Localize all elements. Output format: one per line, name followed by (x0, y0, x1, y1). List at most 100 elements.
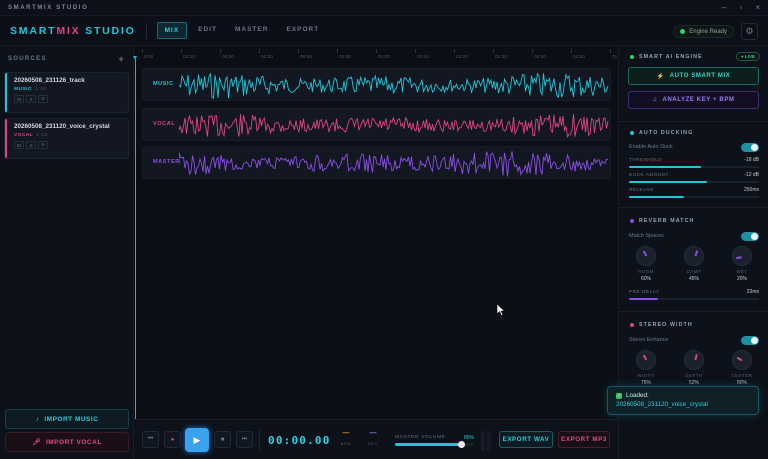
mute-button[interactable]: M (14, 141, 24, 149)
wet-knob[interactable]: WET 20% (729, 246, 755, 282)
stereo-enhance-toggle[interactable] (741, 336, 759, 345)
source-item-music[interactable]: 20260508_231126_track MUSIC 1:16 M S ⊘ (4, 72, 129, 113)
ruler-label: 00:20 (222, 55, 235, 60)
tab-edit[interactable]: EDIT (191, 22, 224, 39)
ruler-tick (376, 49, 377, 53)
lane-label: MASTER (153, 159, 180, 165)
ruler-tick (454, 49, 455, 53)
ruler-label: 00:40 (300, 55, 313, 60)
microphone-icon: 🎤︎ (32, 439, 41, 446)
stereo-enhance-label: Stereo Enhance (629, 337, 669, 343)
room-knob[interactable]: ROOM 60% (633, 246, 659, 282)
ruler-tick (493, 49, 494, 53)
auto-ducking-section: AUTO DUCKING Enable Auto Duck THRESHOLD -… (619, 122, 768, 208)
lane-label: VOCAL (153, 121, 176, 127)
import-vocal-button[interactable]: 🎤︎ IMPORT VOCAL (5, 432, 129, 452)
skip-forward-icon: ⏭ (241, 436, 248, 442)
check-icon: ✓ (616, 392, 622, 399)
notification-toast[interactable]: ✓ Loaded: 20260508_231120_voice_crystal (607, 386, 759, 415)
pre-delay-slider[interactable] (629, 298, 759, 300)
duck-amount-slider[interactable] (629, 181, 759, 183)
skip-forward-button[interactable]: ⏭ (236, 431, 253, 448)
ruler-label: 01:50 (573, 55, 586, 60)
master-volume-control[interactable]: MASTER VOLUME 85% (395, 435, 474, 448)
ruler-label: 00:50 (339, 55, 352, 60)
auto-duck-toggle[interactable] (741, 143, 759, 152)
skip-back-button[interactable]: ⏮ (142, 431, 159, 448)
play-button[interactable]: ▶ (185, 428, 209, 452)
main-tabs: MIX EDIT MASTER EXPORT (156, 22, 327, 39)
export-wav-button[interactable]: EXPORT WAV (499, 431, 553, 448)
track-lane-vocal[interactable]: VOCAL (142, 108, 611, 141)
analyze-key-bpm-button[interactable]: ♫ ANALYZE KEY + BPM (628, 91, 759, 109)
release-slider[interactable] (629, 196, 759, 198)
remove-button[interactable]: ⊘ (38, 141, 48, 149)
master-waveform (179, 151, 609, 177)
minimize-button[interactable]: – (722, 3, 726, 12)
window-title: SMARTMIX STUDIO (8, 4, 89, 11)
damp-knob[interactable]: DAMP 45% (681, 246, 707, 282)
sources-sidebar: SOURCES + 20260508_231126_track MUSIC 1:16… (0, 46, 134, 459)
center-knob[interactable]: CENTER 80% (729, 350, 755, 386)
timecode-display: 00:00.00 (268, 434, 331, 447)
tab-export[interactable]: EXPORT (279, 22, 326, 39)
ruler-tick (220, 49, 221, 53)
track-lane-master[interactable]: MASTER (142, 146, 611, 179)
ruler-label: 01:30 (495, 55, 508, 60)
settings-button[interactable]: ⚙ (741, 23, 758, 40)
volume-slider-handle[interactable] (458, 441, 466, 448)
ruler-tick (532, 49, 533, 53)
solo-button[interactable]: S (26, 141, 36, 149)
master-volume-slider[interactable] (395, 441, 474, 448)
mute-button[interactable]: M (14, 95, 24, 103)
source-duration: 1:16 (34, 87, 47, 92)
section-dot-icon (630, 131, 634, 135)
lane-label: MUSIC (153, 81, 174, 87)
reverb-match-section: REVERB MATCH Match Spaces ROOM 60% DAMP 45… (619, 208, 768, 312)
time-ruler[interactable]: 0:00 00:10 00:20 00:30 00:40 00:50 01:00 01:10 0… (134, 49, 621, 65)
gear-icon: ⚙ (745, 26, 754, 36)
timeline-area[interactable]: 0:00 00:10 00:20 00:30 00:40 00:50 01:00 01:10 0… (133, 46, 621, 419)
record-button[interactable]: ● (164, 431, 181, 448)
auto-smart-mix-button[interactable]: ⚡ AUTO SMART MIX (628, 67, 759, 85)
sources-title: SOURCES (8, 56, 47, 62)
stop-icon: ■ (220, 436, 225, 443)
ruler-tick (610, 49, 611, 53)
tab-master[interactable]: MASTER (228, 22, 275, 39)
maximize-button[interactable]: ▫ (739, 3, 742, 12)
level-meter (481, 431, 491, 451)
transport-bar: ⏮ ● ▶ ■ ⏭ 00:00.00 — BPM — KEY MASTER VOLU… (134, 419, 618, 459)
release-row: RELEASE 250ms (629, 187, 759, 193)
pre-delay-row: PRE-DELAY 22ms (629, 289, 759, 295)
skip-back-icon: ⏮ (147, 436, 154, 442)
export-mp3-button[interactable]: EXPORT MP3 (558, 431, 610, 448)
source-duration: 1:16 (36, 133, 48, 138)
ruler-tick (298, 49, 299, 53)
ruler-label: 01:10 (417, 55, 430, 60)
import-music-button[interactable]: ♪ IMPORT MUSIC (5, 409, 129, 429)
live-badge: ● LIVE (736, 52, 760, 61)
playhead[interactable] (133, 56, 137, 419)
threshold-slider[interactable] (629, 166, 759, 168)
remove-button[interactable]: ⊘ (38, 95, 48, 103)
source-item-vocal[interactable]: 20260508_231120_voice_crystal VOCAL 1:16 … (4, 118, 129, 159)
toast-title: Loaded: (626, 392, 649, 399)
close-button[interactable]: × (755, 3, 760, 12)
master-volume-percent: 85% (463, 435, 474, 441)
tab-mix[interactable]: MIX (156, 22, 188, 39)
ruler-tick (181, 49, 182, 53)
track-lane-music[interactable]: MUSIC (142, 68, 611, 101)
match-spaces-toggle[interactable] (741, 232, 759, 241)
toast-filename: 20260508_231120_voice_crystal (616, 401, 708, 408)
solo-button[interactable]: S (26, 95, 36, 103)
section-dot-icon (630, 219, 634, 223)
music-note-icon: ♫ (652, 97, 658, 103)
status-dot-icon (680, 29, 686, 34)
window-title-bar: SMARTMIX STUDIO – ▫ × (0, 0, 768, 16)
add-source-button[interactable]: + (118, 54, 125, 64)
ruler-tick (142, 49, 143, 53)
stop-button[interactable]: ■ (214, 431, 231, 448)
depth-knob[interactable]: DEPTH 52% (681, 350, 707, 386)
ai-engine-section: SMART AI ENGINE ● LIVE ⚡ AUTO SMART MIX ♫… (619, 46, 768, 122)
width-knob[interactable]: WIDTH 75% (633, 350, 659, 386)
